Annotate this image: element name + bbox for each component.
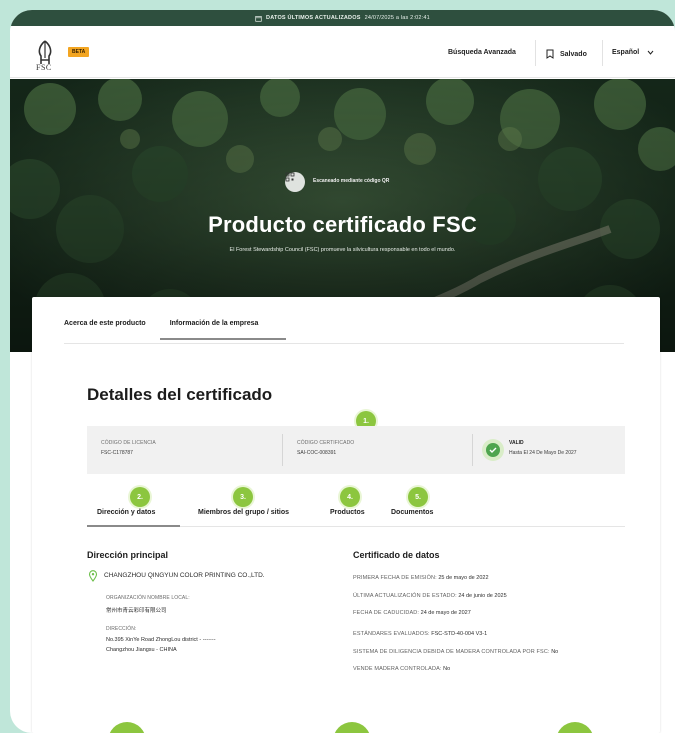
subtab-group-members[interactable]: Miembros del grupo / sitios: [198, 509, 289, 516]
controlled-wood-row: VENDE MADERA CONTROLADA: No: [353, 666, 450, 672]
standards-value: FSC-STD-40-004 V3-1: [431, 631, 488, 637]
top-navigation: FSC BETA Búsqueda Avanzada Salvado Españ…: [10, 26, 675, 78]
advanced-search-link[interactable]: Búsqueda Avanzada: [448, 49, 516, 56]
controlled-wood-value: No: [443, 666, 451, 672]
license-code-value: FSC-C178787: [101, 450, 133, 456]
saved-link[interactable]: Salvado: [546, 49, 587, 59]
main-address-heading: Dirección principal: [87, 550, 169, 560]
controlled-wood-label: VENDE MADERA CONTROLADA:: [353, 666, 442, 672]
first-issue-value: 25 de mayo de 2022: [438, 575, 489, 581]
subtab-address-data[interactable]: Dirección y datos: [97, 509, 155, 516]
active-subtab-indicator: [87, 525, 180, 527]
local-name-value: 常州市青云彩印有限公司: [106, 608, 167, 614]
last-updated-bar: DATOS ÚLTIMOS ACTUALIZADOS 24/07/2025 a …: [10, 10, 675, 26]
info-divider: [282, 434, 283, 466]
first-issue-label: PRIMERA FECHA DE EMISIÓN:: [353, 575, 437, 581]
valid-until-text: Hasta El 24 De Mayo De 2027: [509, 450, 577, 456]
first-issue-row: PRIMERA FECHA DE EMISIÓN: 25 de mayo de …: [353, 575, 489, 581]
due-diligence-row: SISTEMA DE DILIGENCIA DEBIDA DE MADERA C…: [353, 649, 558, 655]
certificate-info-bar: CÓDIGO DE LICENCIA FSC-C178787 CÓDIGO CE…: [87, 426, 625, 474]
standards-row: ESTÁNDARES EVALUADOS: FSC-STD-40-004 V3-…: [353, 631, 487, 637]
app-frame: DATOS ÚLTIMOS ACTUALIZADOS 24/07/2025 a …: [10, 10, 675, 733]
certificate-data-heading: Certificado de datos: [353, 550, 440, 560]
expiry-value: 24 de mayo de 2027: [420, 610, 471, 616]
saved-label: Salvado: [560, 50, 587, 58]
tab-about-product[interactable]: Acerca de este producto: [64, 320, 146, 340]
tabs-divider: [64, 343, 624, 344]
last-updated-value: 24/07/2025 a las 2:02:41: [364, 15, 430, 21]
qr-code-icon: [285, 172, 305, 192]
page-subtitle: El Forest Stewardship Council (FSC) prom…: [229, 247, 456, 253]
address-line-1: No.395 XinYe Road ZhongLou district - --…: [106, 637, 216, 643]
subtab-documents[interactable]: Documentos: [391, 509, 433, 516]
bookmark-icon: [546, 49, 554, 59]
scan-method-text: Escaneado mediante código QR: [313, 178, 390, 184]
page-title: Producto certificado FSC: [208, 212, 477, 237]
last-update-row: ÚLTIMA ACTUALIZACIÓN DE ESTADO: 24 de ju…: [353, 593, 507, 599]
expiry-row: FECHA DE CADUCIDAD: 24 de mayo de 2027: [353, 610, 471, 616]
language-selector[interactable]: Español: [612, 49, 654, 56]
last-updated-label: DATOS ÚLTIMOS ACTUALIZADOS: [266, 15, 361, 21]
status-badge: VALID: [509, 440, 524, 446]
expiry-label: FECHA DE CADUCIDAD:: [353, 610, 420, 616]
last-update-label: ÚLTIMA ACTUALIZACIÓN DE ESTADO:: [353, 593, 457, 599]
standards-label: ESTÁNDARES EVALUADOS:: [353, 631, 430, 637]
chevron-down-icon: [647, 50, 654, 55]
calendar-icon: [255, 15, 262, 22]
subtab-products[interactable]: Productos: [330, 509, 365, 516]
content-card: Acerca de este producto Información de l…: [32, 297, 660, 733]
company-name: CHANGZHOU QINGYUN COLOR PRINTING CO.,LTD…: [104, 572, 265, 579]
tab-company-info[interactable]: Información de la empresa: [159, 320, 287, 340]
step-badge-4: 4.: [340, 487, 360, 507]
last-update-value: 24 de junio de 2025: [458, 593, 507, 599]
main-tabs: Acerca de este producto Información de l…: [64, 320, 287, 340]
local-name-label: ORGANIZACIÓN NOMBRE LOCAL:: [106, 595, 190, 601]
address-label: DIRECCIÓN:: [106, 626, 137, 632]
nav-divider: [535, 40, 536, 66]
valid-check-icon: [482, 439, 504, 461]
logo-text: FSC: [36, 63, 52, 72]
certificate-code-value: SAI-COC-008391: [297, 450, 337, 456]
step-badge-3: 3.: [233, 487, 253, 507]
certificate-code-label: CÓDIGO CERTIFICADO: [297, 440, 355, 446]
location-pin-icon: [88, 570, 98, 582]
certificate-details-heading: Detalles del certificado: [87, 385, 273, 404]
due-diligence-label: SISTEMA DE DILIGENCIA DEBIDA DE MADERA C…: [353, 649, 550, 655]
step-badge-2: 2.: [130, 487, 150, 507]
address-line-2: Changzhou Jiangsu - CHINA: [106, 647, 177, 653]
language-label: Español: [612, 49, 640, 56]
beta-badge: BETA: [68, 47, 90, 57]
due-diligence-value: No: [551, 649, 559, 655]
license-code-label: CÓDIGO DE LICENCIA: [101, 440, 156, 446]
info-divider: [472, 434, 473, 466]
nav-divider: [602, 40, 603, 66]
step-badge-5: 5.: [408, 487, 428, 507]
